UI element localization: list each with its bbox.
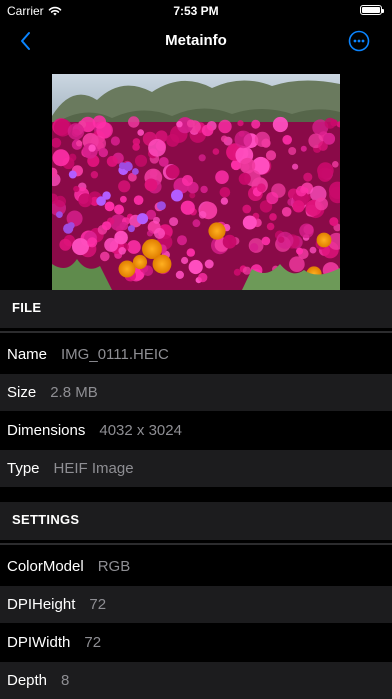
row-value: 2.8 MB	[50, 384, 98, 401]
row-key: Name	[7, 346, 48, 363]
row-key: DPIWidth	[7, 634, 71, 651]
info-row-name: Name IMG_0111.HEIC	[0, 336, 392, 373]
row-key: Dimensions	[7, 422, 86, 439]
ellipsis-circle-icon	[348, 30, 370, 52]
battery-fill	[362, 7, 380, 13]
row-value: IMG_0111.HEIC	[61, 346, 169, 363]
row-value: 8	[61, 672, 70, 689]
info-row-depth: Depth 8	[0, 662, 392, 699]
row-key: Depth	[7, 672, 48, 689]
info-row-size: Size 2.8 MB	[0, 374, 392, 411]
section-title: FILE	[12, 300, 42, 315]
info-row-dimensions: Dimensions 4032 x 3024	[0, 412, 392, 449]
divider	[0, 331, 392, 333]
section-header-settings: SETTINGS	[0, 502, 392, 540]
row-value: 4032 x 3024	[99, 422, 182, 439]
status-time: 7:53 PM	[173, 4, 219, 18]
row-value: RGB	[97, 558, 131, 575]
navigation-bar: Metainfo	[0, 22, 392, 60]
divider	[0, 543, 392, 545]
status-bar: Carrier 7:53 PM	[0, 0, 392, 22]
info-row-dpiwidth: DPIWidth 72	[0, 624, 392, 661]
row-value: 72	[84, 634, 102, 651]
row-key: Size	[7, 384, 37, 401]
section-header-file: FILE	[0, 290, 392, 328]
photo-preview	[52, 74, 340, 290]
row-key: DPIHeight	[7, 596, 76, 613]
row-value: HEIF Image	[53, 460, 134, 477]
info-row-dpiheight: DPIHeight 72	[0, 586, 392, 623]
page-title: Metainfo	[165, 32, 227, 49]
more-button[interactable]	[348, 30, 370, 52]
flower-photo	[52, 74, 340, 290]
info-row-colormodel: ColorModel RGB	[0, 548, 392, 585]
section-title: SETTINGS	[12, 512, 80, 527]
info-row-type: Type HEIF Image	[0, 450, 392, 487]
row-key: Type	[7, 460, 40, 477]
row-key: ColorModel	[7, 558, 84, 575]
row-value: 72	[89, 596, 107, 613]
battery-icon	[360, 5, 384, 15]
